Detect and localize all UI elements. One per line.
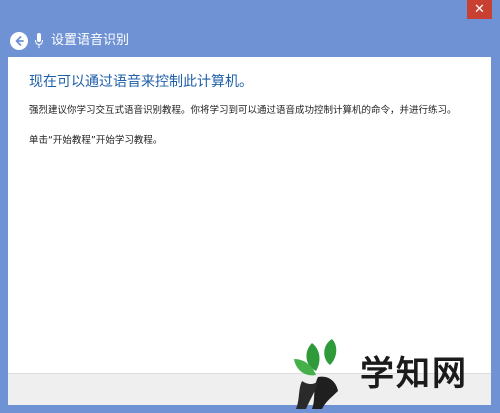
close-icon: ✕ bbox=[474, 2, 485, 17]
window: ✕ 设置语音识别 现在可以通过语音来控制此计算机。 强烈建议你学习交互式语音识别… bbox=[0, 0, 500, 413]
leaf-logo-icon bbox=[294, 339, 338, 409]
watermark-text: 学知网 bbox=[360, 354, 468, 394]
content-panel: 现在可以通过语音来控制此计算机。 强烈建议你学习交互式语音识别教程。你将学习到可… bbox=[8, 57, 491, 373]
back-button[interactable] bbox=[10, 32, 28, 50]
close-button[interactable]: ✕ bbox=[467, 0, 492, 19]
page-heading: 现在可以通过语音来控制此计算机。 bbox=[29, 74, 253, 90]
watermark: 学知网 bbox=[280, 330, 500, 413]
window-title: 设置语音识别 bbox=[51, 33, 130, 48]
header-bar: 设置语音识别 bbox=[0, 26, 500, 56]
title-bar: ✕ bbox=[0, 0, 500, 26]
microphone-icon bbox=[35, 33, 43, 48]
back-arrow-icon bbox=[15, 36, 24, 46]
instruction-paragraph: 强烈建议你学习交互式语音识别教程。你将学习到可以通过语音成功控制计算机的命令，并… bbox=[29, 105, 457, 116]
tutorial-hint: 单击“开始教程”开始学习教程。 bbox=[29, 135, 163, 146]
